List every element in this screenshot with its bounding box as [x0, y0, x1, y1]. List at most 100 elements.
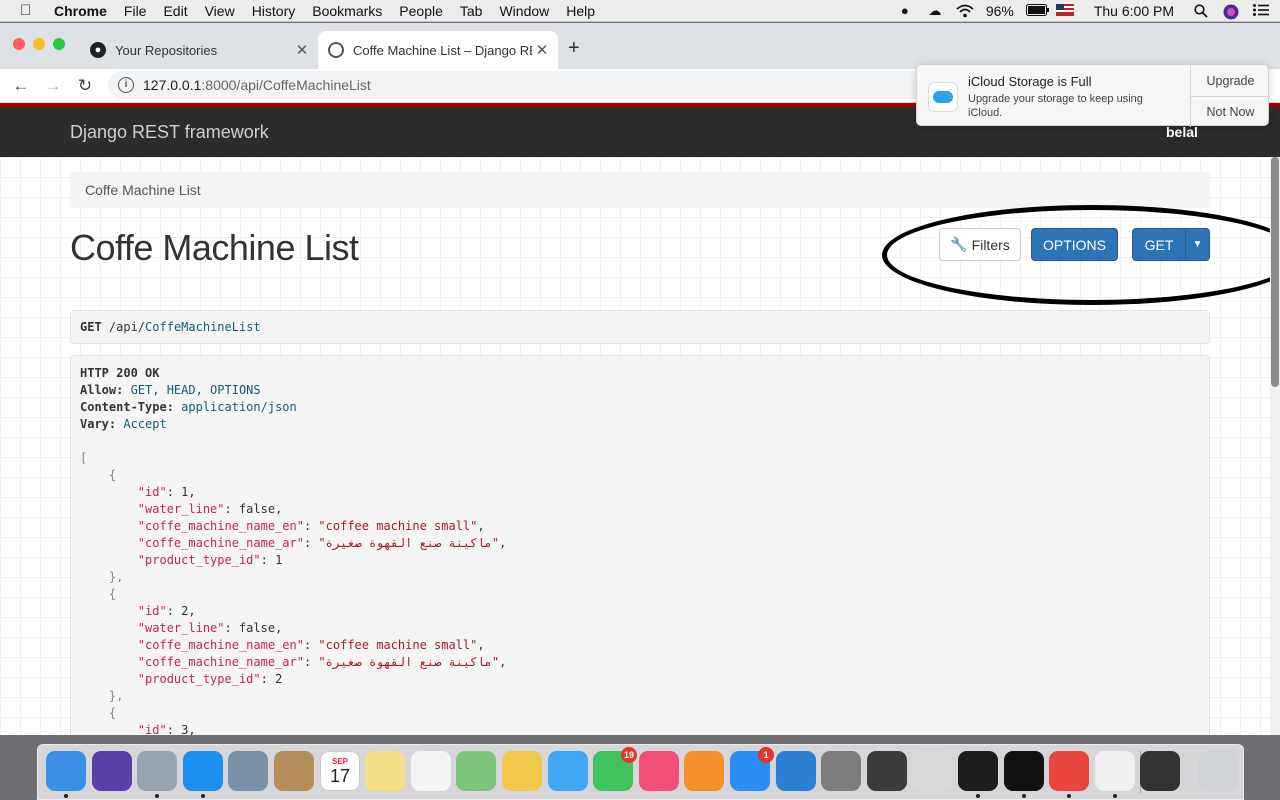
notification-message: Upgrade your storage to keep using iClou… — [968, 93, 1143, 119]
spotlight-search-icon[interactable] — [1192, 4, 1210, 18]
json-value-product-type-id: 2 — [275, 672, 283, 686]
json-line: "coffe_machine_name_en": "coffee machine… — [137, 519, 485, 533]
menu-history[interactable]: History — [252, 3, 296, 19]
dock-app-sublime-text[interactable] — [867, 751, 907, 791]
json-value-name-ar: "ماكينة صنع القهوة صغيرة" — [318, 655, 500, 669]
dock-app-textedit[interactable] — [1095, 751, 1135, 791]
dock-app-itunes[interactable] — [639, 751, 679, 791]
new-tab-button[interactable]: + — [568, 37, 580, 60]
filters-label: Filters — [971, 236, 1010, 253]
header-value: Accept — [123, 417, 167, 431]
filters-button[interactable]: 🔧 Filters — [939, 228, 1021, 261]
flag-icon[interactable] — [1055, 4, 1074, 18]
response-header: Vary: Accept — [80, 417, 167, 431]
menu-edit[interactable]: Edit — [163, 3, 187, 19]
request-method: GET — [80, 320, 102, 334]
dock-app-siri[interactable] — [92, 751, 132, 791]
apple-menu-icon[interactable]:  — [20, 2, 40, 19]
header-value: application/json — [181, 400, 297, 414]
dock-app-help[interactable] — [912, 751, 952, 791]
close-tab-icon[interactable]: ✕ — [292, 41, 312, 59]
json-line: "product_type_id": 2 — [137, 672, 283, 686]
battery-percent: 96% — [985, 3, 1014, 19]
not-now-button[interactable]: Not Now — [1191, 96, 1270, 127]
dock-app-calendar[interactable]: SEP 17 — [320, 751, 360, 791]
dock-app-photos[interactable] — [502, 751, 542, 791]
cloud-upload-icon[interactable]: ☁ — [926, 4, 944, 18]
dock-app-pycharm[interactable] — [958, 751, 998, 791]
wifi-icon[interactable] — [956, 4, 974, 18]
notification-badge: 19 — [621, 747, 637, 763]
close-tab-icon[interactable]: ✕ — [532, 41, 552, 59]
breadcrumb-item[interactable]: Coffe Machine List — [85, 182, 201, 198]
menu-window[interactable]: Window — [499, 3, 549, 19]
dock-app-xcode[interactable] — [776, 751, 816, 791]
forward-arrow-icon[interactable]: → — [42, 76, 64, 96]
page-scrollbar[interactable] — [1270, 157, 1280, 735]
elephant-icon[interactable]: ● — [896, 4, 914, 18]
scrollbar-thumb[interactable] — [1271, 157, 1279, 387]
get-button[interactable]: GET — [1132, 228, 1186, 261]
get-format-dropdown[interactable]: ▼ — [1185, 228, 1210, 261]
dock-app-system-preferences[interactable] — [821, 751, 861, 791]
json-line: "product_type_id": 1 — [137, 553, 283, 567]
json-line: "coffe_machine_name_ar": "ماكينة صنع الق… — [137, 536, 507, 550]
menubar-clock[interactable]: Thu 6:00 PM — [1094, 3, 1174, 19]
menu-people[interactable]: People — [399, 3, 443, 19]
dock-app-contacts[interactable] — [274, 751, 314, 791]
dock-app-facetime[interactable]: 19 — [593, 747, 637, 791]
menu-file[interactable]: File — [124, 3, 147, 19]
json-line: "id": 1, — [137, 485, 196, 499]
tab-strip: ● Your Repositories ✕ Coffe Machine List… — [0, 23, 1280, 69]
battery-icon[interactable] — [1025, 4, 1049, 18]
dock-app-safari[interactable] — [183, 751, 223, 791]
json-line: "id": 3, — [137, 723, 196, 735]
siri-icon[interactable] — [1222, 4, 1240, 20]
dock-app-terminal[interactable] — [1004, 751, 1044, 791]
site-info-icon[interactable]: i — [118, 77, 134, 93]
menu-tab[interactable]: Tab — [460, 3, 483, 19]
dock-app-app-store[interactable]: 1 — [730, 747, 774, 791]
json-line: "coffe_machine_name_ar": "ماكينة صنع الق… — [137, 655, 507, 669]
back-arrow-icon[interactable]: ← — [10, 76, 32, 96]
dock-app-screen[interactable] — [1140, 751, 1180, 791]
page-title: Coffe Machine List — [70, 227, 359, 268]
dock-app-reminders[interactable] — [411, 751, 451, 791]
minimize-window-button[interactable] — [33, 38, 45, 50]
json-line: "coffe_machine_name_en": "coffee machine… — [137, 638, 485, 652]
breadcrumb: Coffe Machine List — [70, 172, 1210, 208]
close-window-button[interactable] — [13, 38, 25, 50]
reload-icon[interactable]: ↻ — [74, 76, 96, 96]
upgrade-button[interactable]: Upgrade — [1191, 65, 1270, 96]
menu-chrome[interactable]: Chrome — [54, 3, 107, 19]
menu-help[interactable]: Help — [566, 3, 595, 19]
json-value-name-ar: "ماكينة صنع القهوة صغيرة" — [318, 536, 500, 550]
zoom-window-button[interactable] — [53, 38, 65, 50]
dock-app-maps[interactable] — [456, 751, 496, 791]
dock-app-finder[interactable] — [46, 751, 86, 791]
dock-app-launchpad[interactable] — [137, 751, 177, 791]
dock-app-preview[interactable] — [228, 751, 268, 791]
menu-bookmarks[interactable]: Bookmarks — [312, 3, 382, 19]
dock-app-notes[interactable] — [365, 751, 405, 791]
json-value-name-en: "coffee machine small" — [318, 638, 478, 652]
notification-center-icon[interactable] — [1252, 4, 1270, 18]
caret-down-icon: ▼ — [1192, 239, 1203, 250]
response-body: HTTP 200 OK Allow: GET, HEAD, OPTIONS Co… — [70, 355, 1210, 735]
menu-view[interactable]: View — [205, 3, 235, 19]
dock-app-books[interactable] — [684, 751, 724, 791]
globe-icon — [328, 42, 344, 58]
options-button[interactable]: OPTIONS — [1031, 228, 1118, 261]
github-icon: ● — [90, 42, 106, 58]
drf-brand-link[interactable]: Django REST framework — [70, 122, 269, 143]
macos-menu-bar:  Chrome File Edit View History Bookmark… — [0, 0, 1280, 22]
dock-app-messages[interactable] — [548, 751, 588, 791]
dock-app-trash[interactable] — [1198, 751, 1238, 791]
calendar-day: 17 — [329, 765, 351, 786]
icloud-icon — [928, 82, 958, 112]
tab-coffe-machine-list[interactable]: Coffe Machine List – Django RE ✕ — [318, 31, 558, 69]
notification-title: iCloud Storage is Full — [968, 74, 1092, 89]
tab-your-repositories[interactable]: ● Your Repositories ✕ — [80, 31, 318, 69]
dock-app-chrome[interactable] — [1049, 751, 1089, 791]
header-name: Allow — [80, 383, 117, 397]
